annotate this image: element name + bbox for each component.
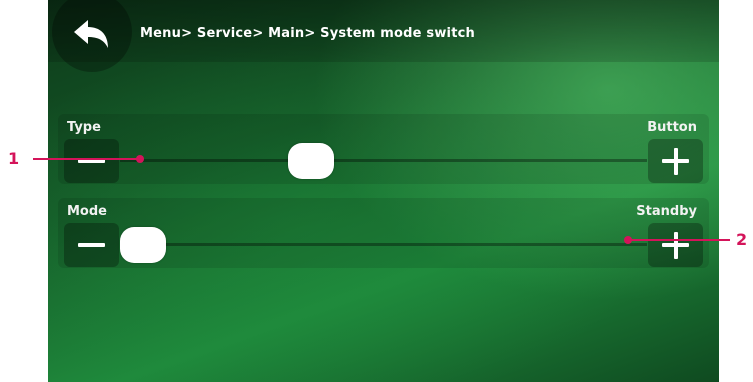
type-slider-thumb[interactable]	[288, 143, 335, 179]
mode-label: Mode	[67, 204, 107, 219]
type-decrease-button[interactable]	[64, 139, 119, 183]
mode-row: Mode Standby	[58, 198, 709, 268]
mode-value: Standby	[636, 204, 697, 219]
screen: Menu> Service> Main> System mode switch …	[48, 0, 719, 382]
mode-increase-button[interactable]	[648, 223, 703, 267]
type-row: Type Button	[58, 114, 709, 184]
callout-2-line	[628, 239, 730, 241]
back-arrow-icon	[74, 20, 108, 48]
callout-2-label: 2	[736, 230, 748, 249]
type-value: Button	[647, 120, 697, 135]
callout-1-dot	[136, 155, 144, 163]
mode-slider-thumb[interactable]	[120, 227, 166, 263]
mode-slider-track[interactable]	[120, 243, 647, 246]
minus-icon	[78, 243, 105, 247]
type-slider-track[interactable]	[120, 159, 647, 162]
back-button[interactable]	[52, 0, 132, 72]
callout-1-line	[33, 158, 140, 160]
top-bar: Menu> Service> Main> System mode switch	[48, 0, 719, 72]
type-label: Type	[67, 120, 101, 135]
mode-decrease-button[interactable]	[64, 223, 119, 267]
type-increase-button[interactable]	[648, 139, 703, 183]
breadcrumb: Menu> Service> Main> System mode switch	[140, 26, 475, 41]
callout-2-dot	[624, 236, 632, 244]
callout-1-label: 1	[8, 149, 20, 168]
